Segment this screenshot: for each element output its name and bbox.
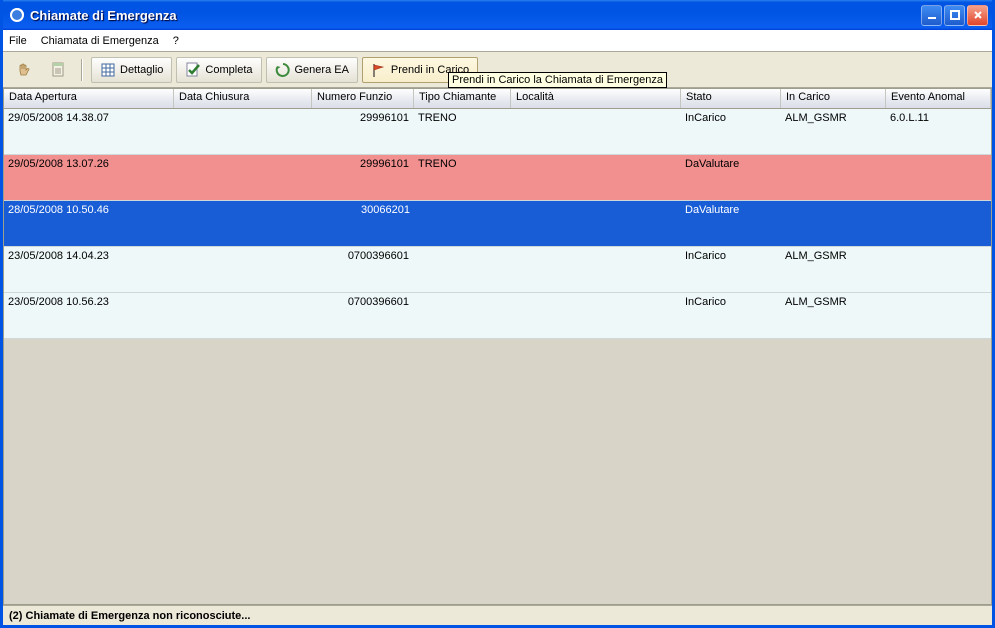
cell-c1 — [174, 201, 312, 246]
cell-c1 — [174, 293, 312, 338]
cell-c5: DaValutare — [681, 201, 781, 246]
app-window: Chiamate di Emergenza File Chiamata di E… — [0, 0, 995, 628]
column-data-chiusura[interactable]: Data Chiusura — [174, 89, 312, 108]
genera-ea-label: Genera EA — [295, 64, 349, 76]
completa-button[interactable]: Completa — [176, 57, 261, 83]
hand-icon — [15, 61, 33, 79]
table-row[interactable]: 23/05/2008 14.04.23 0700396601 InCaricoALM… — [4, 247, 991, 293]
cell-c7 — [886, 247, 991, 292]
cell-c6: ALM_GSMR — [781, 247, 886, 292]
cell-c2: 29996101 — [312, 109, 414, 154]
window-controls — [921, 5, 988, 26]
flag-icon — [371, 62, 387, 78]
cell-c0: 29/05/2008 14.38.07 — [4, 109, 174, 154]
window-title: Chiamate di Emergenza — [30, 8, 921, 23]
cell-c3: TRENO — [414, 155, 511, 200]
grid-body[interactable]: 29/05/2008 14.38.07 29996101TRENO InCarico… — [4, 109, 991, 604]
cell-c6: ALM_GSMR — [781, 293, 886, 338]
tooltip: Prendi in Carico la Chiamata di Emergenz… — [448, 72, 667, 88]
cell-c4 — [511, 293, 681, 338]
cell-c0: 29/05/2008 13.07.26 — [4, 155, 174, 200]
grid-icon — [100, 62, 116, 78]
column-numero-funzio[interactable]: Numero Funzio — [312, 89, 414, 108]
cell-c3 — [414, 247, 511, 292]
cell-c4 — [511, 155, 681, 200]
cell-c2: 29996101 — [312, 155, 414, 200]
column-data-apertura[interactable]: Data Apertura — [4, 89, 174, 108]
app-icon — [9, 7, 25, 23]
table-row[interactable]: 23/05/2008 10.56.23 0700396601 InCaricoALM… — [4, 293, 991, 339]
document-icon — [49, 61, 67, 79]
cell-c5: InCarico — [681, 293, 781, 338]
column-stato[interactable]: Stato — [681, 89, 781, 108]
cell-c0: 23/05/2008 14.04.23 — [4, 247, 174, 292]
cell-c1 — [174, 247, 312, 292]
cell-c6 — [781, 201, 886, 246]
column-tipo-chiamante[interactable]: Tipo Chiamante — [414, 89, 511, 108]
menubar: File Chiamata di Emergenza ? — [3, 30, 992, 52]
cell-c3 — [414, 293, 511, 338]
close-button[interactable] — [967, 5, 988, 26]
menu-chiamata[interactable]: Chiamata di Emergenza — [41, 35, 159, 47]
cell-c1 — [174, 109, 312, 154]
toolbar-button-1[interactable] — [9, 57, 39, 83]
dettaglio-button[interactable]: Dettaglio — [91, 57, 172, 83]
toolbar-button-2[interactable] — [43, 57, 73, 83]
cell-c3 — [414, 201, 511, 246]
cell-c7 — [886, 201, 991, 246]
cell-c4 — [511, 109, 681, 154]
cell-c2: 30066201 — [312, 201, 414, 246]
menu-help[interactable]: ? — [173, 35, 179, 47]
cell-c7 — [886, 293, 991, 338]
cell-c3: TRENO — [414, 109, 511, 154]
titlebar: Chiamate di Emergenza — [3, 0, 992, 30]
recycle-icon — [275, 62, 291, 78]
table-row[interactable]: 29/05/2008 13.07.26 29996101TRENO DaValuta… — [4, 155, 991, 201]
grid-header: Data Apertura Data Chiusura Numero Funzi… — [4, 89, 991, 109]
cell-c0: 28/05/2008 10.50.46 — [4, 201, 174, 246]
column-in-carico[interactable]: In Carico — [781, 89, 886, 108]
cell-c5: InCarico — [681, 109, 781, 154]
cell-c5: InCarico — [681, 247, 781, 292]
statusbar: (2) Chiamate di Emergenza non riconosciu… — [3, 605, 992, 625]
cell-c6 — [781, 155, 886, 200]
table-row[interactable]: 28/05/2008 10.50.46 30066201 DaValutare — [4, 201, 991, 247]
cell-c7 — [886, 155, 991, 200]
menu-file[interactable]: File — [9, 35, 27, 47]
cell-c4 — [511, 247, 681, 292]
cell-c4 — [511, 201, 681, 246]
minimize-button[interactable] — [921, 5, 942, 26]
status-text: (2) Chiamate di Emergenza non riconosciu… — [9, 610, 250, 622]
check-document-icon — [185, 62, 201, 78]
cell-c2: 0700396601 — [312, 293, 414, 338]
dettaglio-label: Dettaglio — [120, 64, 163, 76]
cell-c6: ALM_GSMR — [781, 109, 886, 154]
cell-c0: 23/05/2008 10.56.23 — [4, 293, 174, 338]
cell-c5: DaValutare — [681, 155, 781, 200]
content-area: Data Apertura Data Chiusura Numero Funzi… — [3, 88, 992, 605]
cell-c1 — [174, 155, 312, 200]
cell-c2: 0700396601 — [312, 247, 414, 292]
maximize-button[interactable] — [944, 5, 965, 26]
completa-label: Completa — [205, 64, 252, 76]
toolbar-separator — [81, 59, 83, 81]
genera-ea-button[interactable]: Genera EA — [266, 57, 358, 83]
cell-c7: 6.0.L.11 — [886, 109, 991, 154]
column-evento-anomal[interactable]: Evento Anomal — [886, 89, 991, 108]
column-localita[interactable]: Località — [511, 89, 681, 108]
table-row[interactable]: 29/05/2008 14.38.07 29996101TRENO InCarico… — [4, 109, 991, 155]
